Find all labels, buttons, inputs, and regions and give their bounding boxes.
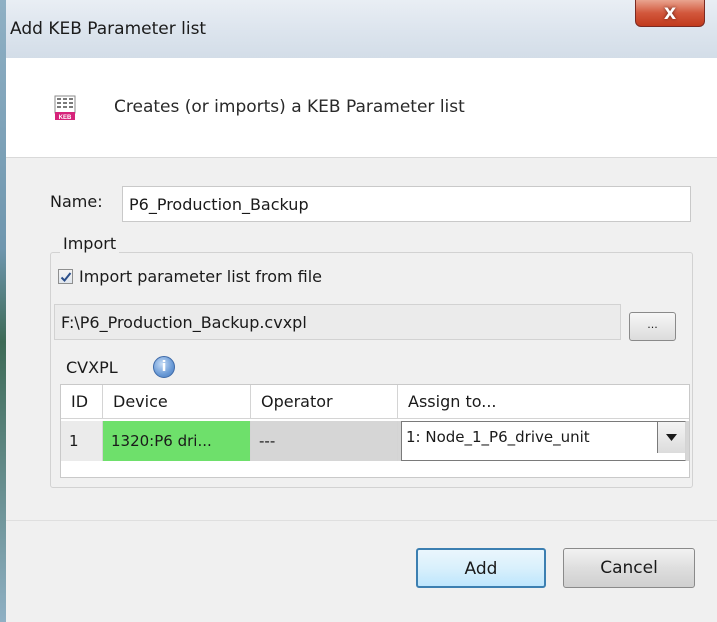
cvxpl-label: CVXPL xyxy=(66,358,118,377)
svg-text:KEB: KEB xyxy=(59,115,72,121)
dialog-header: KEB Creates (or imports) a KEB Parameter… xyxy=(6,58,717,158)
dialog-footer: Add Cancel xyxy=(6,520,717,622)
cell-id: 1 xyxy=(61,421,103,461)
browse-button[interactable]: ... xyxy=(629,312,676,341)
dialog-description: Creates (or imports) a KEB Parameter lis… xyxy=(114,97,465,117)
name-input[interactable] xyxy=(122,186,691,222)
column-header-operator[interactable]: Operator xyxy=(251,385,398,419)
file-path-field: F:\P6_Production_Backup.cvxpl xyxy=(54,304,621,340)
title-bar: Add KEB Parameter list X xyxy=(6,0,717,58)
import-from-file-checkbox[interactable] xyxy=(58,269,73,284)
cancel-button[interactable]: Cancel xyxy=(563,548,695,588)
assign-to-selected-value: 1: Node_1_P6_drive_unit xyxy=(406,428,590,446)
close-button[interactable]: X xyxy=(635,0,705,27)
name-label: Name: xyxy=(50,192,103,211)
column-header-assign-to[interactable]: Assign to... xyxy=(398,385,689,419)
info-icon[interactable]: i xyxy=(153,356,175,378)
checkmark-icon xyxy=(60,271,71,282)
cell-assign-to: 1: Node_1_P6_drive_unit xyxy=(398,421,689,461)
dialog-body: Name: Import Import parameter list from … xyxy=(6,158,717,524)
cell-device: 1320:P6 dri... xyxy=(103,421,251,461)
import-from-file-label: Import parameter list from file xyxy=(79,267,323,286)
column-header-id[interactable]: ID xyxy=(61,385,103,419)
table-row[interactable]: 1 1320:P6 dri... --- 1: Node_1_P6_drive_… xyxy=(61,421,689,461)
device-assignment-table: ID Device Operator Assign to... 1 1320:P… xyxy=(60,384,690,478)
add-keb-parameter-list-dialog: Add KEB Parameter list X KEB Creates (or… xyxy=(6,0,717,622)
window-title: Add KEB Parameter list xyxy=(10,19,207,39)
table-header: ID Device Operator Assign to... xyxy=(61,385,689,419)
import-group-label: Import xyxy=(60,234,120,253)
column-header-device[interactable]: Device xyxy=(103,385,251,419)
import-from-file-option[interactable]: Import parameter list from file xyxy=(58,267,322,286)
keb-parameter-list-icon: KEB xyxy=(54,95,76,121)
dropdown-arrow-icon[interactable] xyxy=(657,422,685,453)
add-button[interactable]: Add xyxy=(416,548,546,588)
cell-operator: --- xyxy=(251,421,398,461)
close-icon: X xyxy=(663,3,677,23)
assign-to-dropdown[interactable]: 1: Node_1_P6_drive_unit xyxy=(401,421,686,461)
